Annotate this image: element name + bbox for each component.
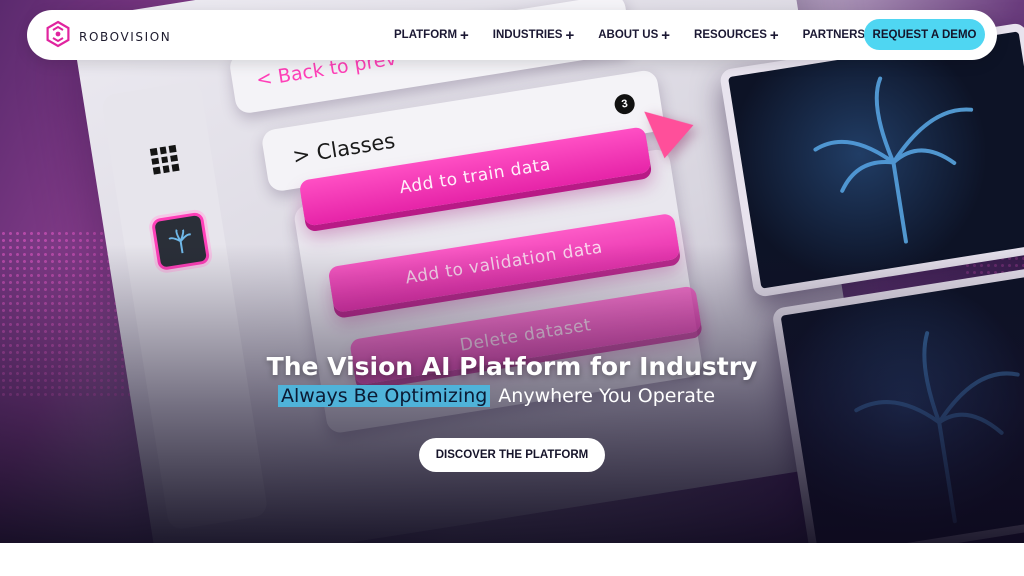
top-navigation: ROBOVISION PLATFORM + INDUSTRIES + ABOUT…	[27, 10, 997, 60]
discover-platform-button[interactable]: DISCOVER THE PLATFORM	[419, 438, 605, 472]
plus-icon: +	[460, 26, 469, 44]
plus-icon: +	[565, 26, 575, 44]
nav-item-label: RESOURCES	[694, 29, 767, 41]
plant-thumbnail-icon	[150, 211, 211, 272]
plant-image-panel-top	[718, 22, 1024, 298]
nav-item-label: ABOUT US	[598, 29, 659, 41]
plus-icon: +	[769, 26, 779, 44]
nav-links: PLATFORM + INDUSTRIES + ABOUT US + RESOU…	[394, 10, 865, 60]
grid-icon	[149, 144, 180, 175]
nav-item-resources[interactable]: RESOURCES +	[694, 28, 779, 43]
hero-section: < Back to prev > Classes 3 Add to train …	[0, 0, 1024, 543]
classes-count-badge: 3	[613, 92, 637, 116]
hero-headline: The Vision AI Platform for Industry	[266, 352, 758, 381]
robovision-hexagon-logo-icon	[44, 20, 72, 53]
nav-item-about-us[interactable]: ABOUT US +	[598, 28, 670, 43]
nav-item-industries[interactable]: INDUSTRIES +	[493, 28, 574, 43]
brand-logo[interactable]: ROBOVISION	[44, 20, 171, 53]
plant-image-panel-bottom	[771, 263, 1024, 543]
request-demo-button[interactable]: REQUEST A DEMO	[864, 19, 985, 50]
mockup-sidebar	[100, 80, 269, 531]
nav-item-partners[interactable]: PARTNERS	[803, 29, 865, 41]
brand-name: ROBOVISION	[79, 29, 172, 44]
hero-subline: Always Be Optimizing Anywhere You Operat…	[278, 383, 715, 409]
plus-icon: +	[661, 26, 671, 44]
nav-item-label: PLATFORM	[394, 29, 458, 41]
hero-subline-rest: Anywhere You Operate	[498, 385, 716, 407]
hero-subline-highlight: Always Be Optimizing	[278, 385, 491, 407]
nav-item-platform[interactable]: PLATFORM +	[394, 28, 469, 43]
nav-item-label: INDUSTRIES	[492, 29, 563, 41]
nav-item-label: PARTNERS	[802, 29, 866, 41]
